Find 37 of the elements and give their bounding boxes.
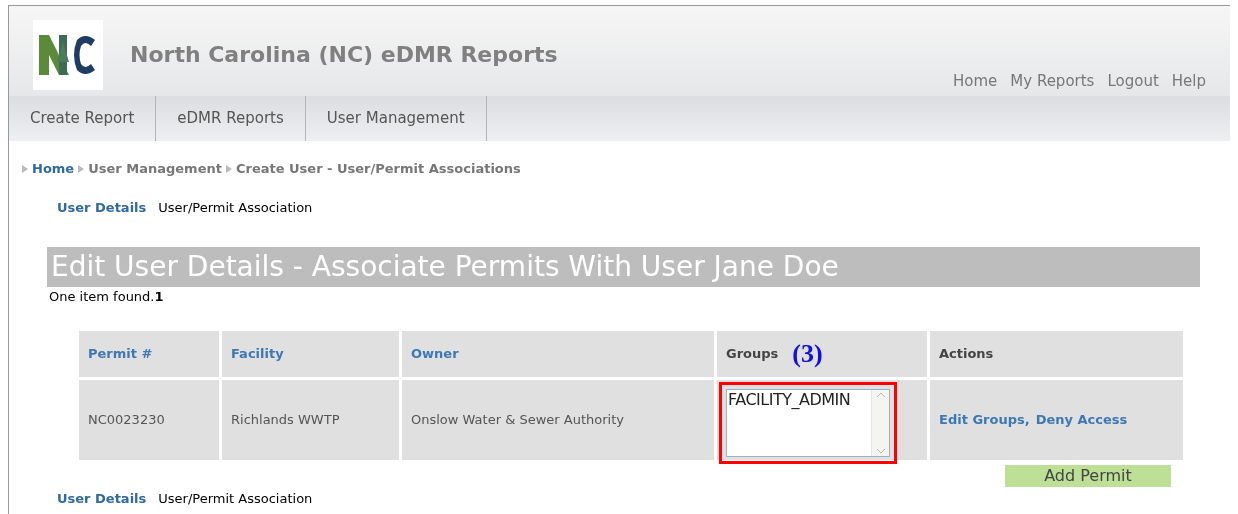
breadcrumb-link[interactable]: Create User - User/Permit Associations [235,159,521,179]
column-label[interactable]: Facility [231,343,284,364]
header-link[interactable]: Logout [1107,69,1159,92]
column-label: Actions [939,344,994,363]
header-link[interactable]: Home [953,69,998,92]
nav-tab[interactable]: eDMR Reports [156,96,306,141]
user-details-link[interactable]: User Details [57,197,147,217]
current-section-label: User/Permit Association [158,198,313,217]
breadcrumb-arrow-icon [21,163,29,174]
nav-tab[interactable]: Create Report [9,96,157,141]
add-permit-button[interactable]: Add Permit [1005,464,1171,487]
table-cell: Onslow Water & Sewer Authority [402,379,714,460]
breadcrumb-arrow-icon [77,163,86,174]
breadcrumb-arrow-icon [224,163,233,174]
scrollbar[interactable] [871,389,889,456]
result-count: One item found.1 [49,288,165,306]
page-heading: Edit User Details - Associate Permits With User Jane Doe [51,249,839,285]
breadcrumb-link[interactable]: Home [32,159,75,179]
nav-tab[interactable]: User Management [305,96,487,141]
scroll-up-icon[interactable] [875,391,886,398]
site-title: North Carolina (NC) eDMR Reports [130,41,558,69]
table-cell: NC0023230 [79,379,219,460]
column-label[interactable]: Owner [411,343,459,364]
nc-logo [33,20,103,90]
header-link[interactable]: Help [1171,69,1206,92]
groups-listbox[interactable]: FACILITY_ADMIN [719,381,897,464]
user-details-link[interactable]: User Details [57,488,147,508]
table-cell: Richlands WWTP [222,379,399,460]
action-link[interactable]: Deny Access [1035,409,1128,430]
column-label[interactable]: Permit # [88,343,153,364]
current-section-label: User/Permit Association [158,489,313,508]
scroll-down-icon[interactable] [875,447,886,454]
callout-number: (3) [792,338,823,370]
header-link[interactable]: My Reports [1010,69,1095,92]
column-label: Groups [726,344,779,363]
breadcrumb-link[interactable]: User Management [88,159,222,179]
action-link[interactable]: Edit Groups, [939,409,1030,430]
